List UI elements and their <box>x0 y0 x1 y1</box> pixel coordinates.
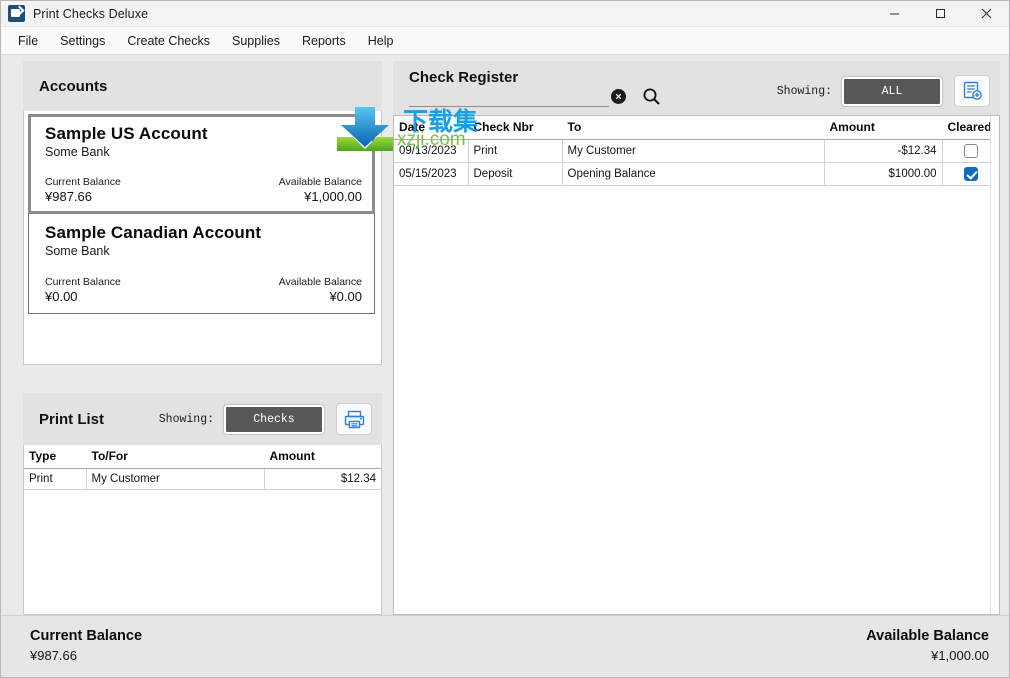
cell-amount: -$12.34 <box>824 139 943 163</box>
account-available-balance: Available Balance ¥0.00 <box>279 276 362 304</box>
print-list-filter-button[interactable]: Checks <box>224 404 324 434</box>
cell-date: 09/13/2023 <box>394 139 469 163</box>
cleared-checkbox[interactable] <box>963 144 978 158</box>
account-card-canadian[interactable]: Sample Canadian Account Some Bank Curren… <box>28 214 375 314</box>
check-register-header: Check Register Showing: ALL <box>393 61 1000 115</box>
cell-to: Opening Balance <box>562 162 825 186</box>
search-input[interactable] <box>409 85 609 107</box>
menu-item-file[interactable]: File <box>7 30 49 52</box>
left-column: Accounts Sample US Account Some Bank Cur… <box>2 55 382 615</box>
check-register-title: Check Register <box>409 69 519 86</box>
print-list-header-row: Type To/For Amount <box>24 445 381 469</box>
print-list-header: Print List Showing: Checks <box>23 393 382 445</box>
right-column: Check Register Showing: ALL Date Check N… <box>382 55 1009 615</box>
available-balance-value: ¥1,000.00 <box>304 189 362 204</box>
main-content: 下载集 xzji.com Accounts Sample US Account … <box>1 55 1009 615</box>
current-balance-label: Current Balance <box>45 276 121 288</box>
account-bank: Some Bank <box>45 244 110 258</box>
column-header-amount[interactable]: Amount <box>264 445 381 469</box>
status-bar: Current Balance ¥987.66 Available Balanc… <box>1 615 1009 677</box>
footer-available-balance: Available Balance ¥1,000.00 <box>866 628 989 663</box>
footer-available-label: Available Balance <box>866 628 989 644</box>
account-balance-row: Current Balance ¥0.00 Available Balance … <box>45 276 362 304</box>
accounts-panel: Accounts Sample US Account Some Bank Cur… <box>23 61 382 365</box>
check-register-table-container: Date Check Nbr To Amount Cleared 09/13/2… <box>393 115 1000 615</box>
cell-to: My Customer <box>562 139 825 163</box>
footer-current-label: Current Balance <box>30 628 143 644</box>
check-register-table: Date Check Nbr To Amount Cleared 09/13/2… <box>394 116 999 186</box>
maximize-button[interactable] <box>917 1 963 27</box>
available-balance-label: Available Balance <box>278 176 362 188</box>
register-scrollbar[interactable] <box>990 116 999 614</box>
account-bank: Some Bank <box>45 145 110 159</box>
menu-item-settings[interactable]: Settings <box>49 30 116 52</box>
current-balance-value: ¥0.00 <box>45 289 78 304</box>
table-row[interactable]: 05/15/2023 Deposit Opening Balance $1000… <box>394 162 999 186</box>
available-balance-value: ¥0.00 <box>329 289 362 304</box>
account-name: Sample Canadian Account <box>45 223 262 242</box>
menu-item-help[interactable]: Help <box>357 30 405 52</box>
account-available-balance: Available Balance ¥1,000.00 <box>279 176 362 204</box>
footer-available-value: ¥1,000.00 <box>931 648 989 663</box>
footer-current-balance: Current Balance ¥987.66 <box>30 628 142 663</box>
cell-check-nbr: Print <box>468 139 563 163</box>
minimize-button[interactable] <box>871 1 917 27</box>
column-header-to[interactable]: To <box>562 116 824 140</box>
cell-date: 05/15/2023 <box>394 162 469 186</box>
cell-to-for: My Customer <box>86 468 265 490</box>
table-row[interactable]: 09/13/2023 Print My Customer -$12.34 <box>394 139 999 163</box>
menu-bar: File Settings Create Checks Supplies Rep… <box>1 27 1009 55</box>
account-balance-row: Current Balance ¥987.66 Available Balanc… <box>45 176 362 204</box>
panel-gap <box>23 365 382 393</box>
print-list-title: Print List <box>39 410 105 428</box>
account-card-us[interactable]: Sample US Account Some Bank Current Bala… <box>28 114 375 214</box>
table-row[interactable]: Print My Customer $12.34 <box>24 468 381 490</box>
print-list-table: Type To/For Amount Print My Customer $12… <box>24 445 381 490</box>
cleared-checkbox[interactable] <box>963 167 978 181</box>
current-balance-label: Current Balance <box>45 176 121 188</box>
accounts-list: Sample US Account Some Bank Current Bala… <box>23 111 382 365</box>
app-icon <box>8 5 25 22</box>
register-toolbar: Showing: ALL <box>777 75 990 107</box>
printer-icon <box>344 410 364 428</box>
cell-amount: $12.34 <box>264 468 381 490</box>
accounts-header: Accounts <box>23 61 382 111</box>
window-controls <box>871 1 1009 27</box>
close-button[interactable] <box>963 1 1009 27</box>
print-list-showing-label: Showing: <box>158 412 214 426</box>
register-filter-button[interactable]: ALL <box>842 76 942 106</box>
search-icon[interactable] <box>640 85 662 107</box>
print-list-table-container: Type To/For Amount Print My Customer $12… <box>23 445 382 615</box>
cell-type: Print <box>24 468 87 490</box>
column-header-to-for[interactable]: To/For <box>86 445 264 469</box>
column-header-type[interactable]: Type <box>24 445 86 469</box>
print-list-panel: Print List Showing: Checks Type To/For A… <box>23 393 382 615</box>
cell-check-nbr: Deposit <box>468 162 563 186</box>
register-header-row: Date Check Nbr To Amount Cleared <box>394 116 999 140</box>
register-showing-label: Showing: <box>776 84 832 98</box>
application-window: Print Checks Deluxe File Settings Create… <box>0 0 1010 678</box>
accounts-title: Accounts <box>39 77 108 95</box>
account-name: Sample US Account <box>45 124 208 143</box>
column-header-check-nbr[interactable]: Check Nbr <box>468 116 562 140</box>
menu-item-reports[interactable]: Reports <box>291 30 357 52</box>
search-area <box>409 85 662 107</box>
footer-current-value: ¥987.66 <box>30 648 77 663</box>
menu-item-create-checks[interactable]: Create Checks <box>116 30 221 52</box>
current-balance-value: ¥987.66 <box>45 189 92 204</box>
account-current-balance: Current Balance ¥987.66 <box>45 176 121 204</box>
account-current-balance: Current Balance ¥0.00 <box>45 276 121 304</box>
window-title: Print Checks Deluxe <box>33 6 149 21</box>
add-register-entry-button[interactable] <box>954 75 990 107</box>
print-button[interactable] <box>336 403 372 435</box>
column-header-amount[interactable]: Amount <box>824 116 942 140</box>
column-header-date[interactable]: Date <box>394 116 468 140</box>
clear-search-icon[interactable] <box>611 88 626 104</box>
add-register-entry-icon <box>963 81 982 100</box>
menu-item-supplies[interactable]: Supplies <box>221 30 291 52</box>
cell-amount: $1000.00 <box>824 162 943 186</box>
title-bar: Print Checks Deluxe <box>1 1 1009 27</box>
available-balance-label: Available Balance <box>278 276 362 288</box>
